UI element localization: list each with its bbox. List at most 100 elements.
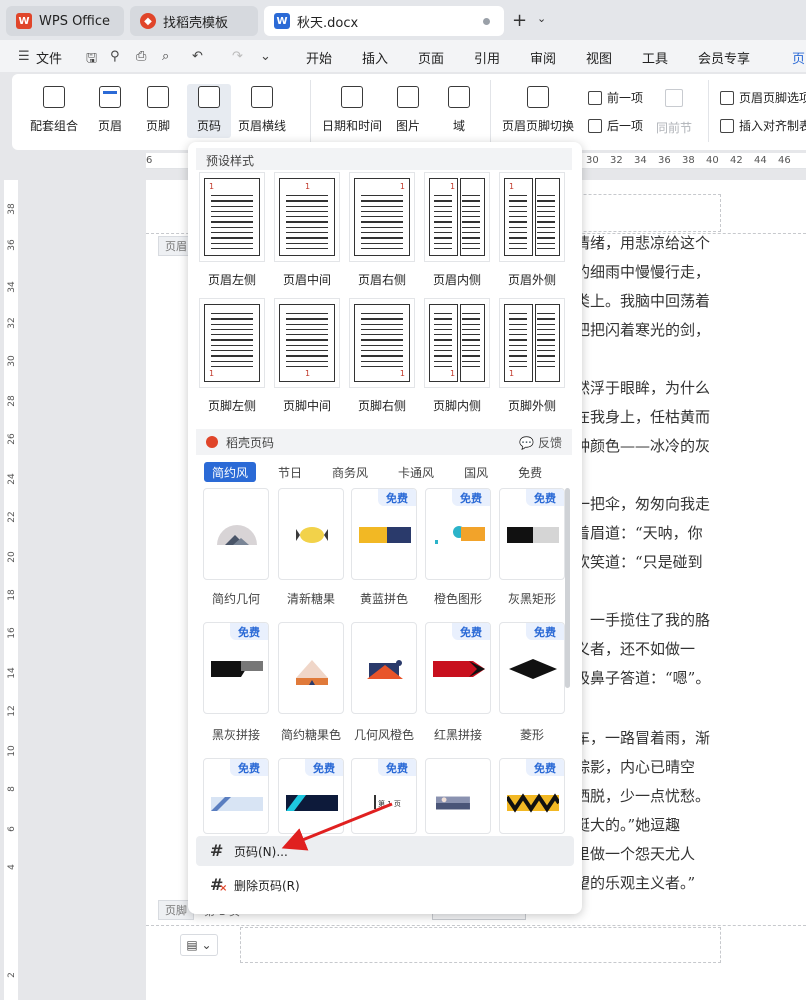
ruler-tick: 32 <box>610 155 623 166</box>
picture-button[interactable]: 图片 <box>396 86 420 134</box>
preset-footer-inside[interactable]: 1 页脚内侧 <box>424 298 490 416</box>
header-line-button[interactable]: 页眉横线 <box>238 86 286 134</box>
tab-wps-office[interactable]: W WPS Office <box>6 6 124 36</box>
feedback-button[interactable]: 💬 反馈 <box>519 434 562 451</box>
next-item-label: 后一项 <box>607 119 644 133</box>
page-number-button[interactable]: 页码 <box>187 84 231 138</box>
prev-item-button[interactable]: 前一项 <box>588 89 643 106</box>
print-preview-icon[interactable]: ⌕ <box>162 49 169 64</box>
ribbon-divider <box>310 80 311 142</box>
field-button[interactable]: 域 <box>448 86 470 134</box>
filter-tab-simple[interactable]: 简约风 <box>204 462 257 482</box>
vertical-ruler[interactable]: 38 36 34 32 30 28 26 24 22 20 18 16 14 1… <box>4 180 18 1000</box>
same-as-prev-button[interactable]: 同前节 <box>656 89 692 136</box>
menu-header-footer[interactable]: 页 <box>792 48 805 67</box>
template-card[interactable]: 免费 <box>203 758 269 834</box>
redo-icon[interactable]: ↷ <box>232 49 243 64</box>
filter-tab-business[interactable]: 商务风 <box>324 462 376 482</box>
preset-footer-outside[interactable]: 1 页脚外侧 <box>499 298 565 416</box>
preset-label: 页眉外侧 <box>507 273 556 287</box>
menu-member[interactable]: 会员专享 <box>698 48 750 67</box>
template-card[interactable]: 免费 <box>425 488 491 580</box>
filter-tab-free[interactable]: 免费 <box>510 462 550 482</box>
menu-tools[interactable]: 工具 <box>642 48 668 67</box>
tab-label: 找稻壳模板 <box>163 15 229 31</box>
template-card[interactable] <box>203 488 269 580</box>
menu-insert[interactable]: 插入 <box>362 48 388 67</box>
template-card[interactable]: 免费 <box>203 622 269 714</box>
delete-page-number-item[interactable]: × 删除页码(R) <box>196 870 574 900</box>
filter-tab-cartoon[interactable]: 卡通风 <box>390 462 442 482</box>
preset-header-right[interactable]: 1 页眉右侧 <box>349 172 415 290</box>
more-chevron-icon[interactable]: ⌄ <box>260 49 271 64</box>
template-card[interactable] <box>278 622 344 714</box>
menu-home[interactable]: 开始 <box>306 48 332 67</box>
preset-footer-right[interactable]: 1 页脚右侧 <box>349 298 415 416</box>
preset-label: 页脚左侧 <box>207 399 256 413</box>
template-card[interactable] <box>351 622 417 714</box>
new-tab-plus-icon[interactable]: + <box>512 10 527 31</box>
preset-header-center[interactable]: 1 页眉中间 <box>274 172 340 290</box>
template-label: 几何风橙色 <box>353 728 414 742</box>
template-card[interactable]: 免费 <box>499 622 565 714</box>
menu-view[interactable]: 视图 <box>586 48 612 67</box>
save-icon[interactable]: 🖫 <box>86 49 97 71</box>
preset-section-title: 预设样式 <box>196 148 572 170</box>
template-card[interactable] <box>425 758 491 834</box>
ruler-tick: 6 <box>146 155 153 166</box>
hf-options-button[interactable]: 页眉页脚选项 <box>720 89 806 106</box>
chevron-down-icon[interactable]: ⌄ <box>537 12 546 25</box>
preset-footer-left[interactable]: 1 页脚左侧 <box>199 298 265 416</box>
template-card[interactable]: 免费 <box>351 488 417 580</box>
preset-header-inside[interactable]: 1 页眉内侧 <box>424 172 490 290</box>
page-number-dropdown: 预设样式 1 页眉左侧 1 页眉中间 1 页眉右侧 1 页眉内侧 1 页眉外侧 … <box>188 142 582 914</box>
undo-icon[interactable]: ↶ <box>192 49 203 64</box>
hamburger-icon[interactable]: ☰ <box>18 49 30 64</box>
tab-bar: W WPS Office ◆ 找稻壳模板 W 秋天.docx + ⌄ <box>0 0 806 40</box>
menu-file[interactable]: 文件 <box>36 48 62 67</box>
print-icon[interactable]: ⎙ <box>136 49 146 64</box>
template-card[interactable]: 免费 <box>278 758 344 834</box>
datetime-button[interactable]: 日期和时间 <box>322 86 382 134</box>
preset-header-left[interactable]: 1 页眉左侧 <box>199 172 265 290</box>
header-button[interactable]: 页眉 <box>98 86 122 134</box>
format-painter-icon[interactable]: ⚲ <box>110 49 120 64</box>
footer-options-button[interactable]: ▤ ⌄ <box>180 934 218 956</box>
footer-button[interactable]: 页脚 <box>146 86 170 134</box>
page-number-settings-item[interactable]: 页码(N)... <box>196 836 574 866</box>
combo-icon <box>43 86 65 108</box>
footer-area[interactable] <box>240 927 721 963</box>
diamond-art-icon <box>509 659 557 679</box>
ruler-tick: 10 <box>7 745 17 757</box>
template-card[interactable]: 免费 第 1 页 <box>351 758 417 834</box>
wps-logo-icon: W <box>16 13 32 29</box>
insert-align-tab-button[interactable]: 插入对齐制表 <box>720 117 806 134</box>
preset-header-outside[interactable]: 1 页眉外侧 <box>499 172 565 290</box>
panel-scrollbar[interactable] <box>565 488 570 688</box>
template-card[interactable]: 免费 <box>499 488 565 580</box>
preset-footer-center[interactable]: 1 页脚中间 <box>274 298 340 416</box>
template-card[interactable]: 免费 <box>499 758 565 834</box>
menu-review[interactable]: 审阅 <box>530 48 556 67</box>
feedback-label: 反馈 <box>537 435 562 450</box>
gray-black-art-icon <box>507 527 559 543</box>
combo-button[interactable]: 配套组合 <box>30 86 78 134</box>
ribbon-divider <box>708 80 709 142</box>
free-badge: 免费 <box>526 759 564 776</box>
template-card[interactable]: 免费 <box>425 622 491 714</box>
tab-docer-templates[interactable]: ◆ 找稻壳模板 <box>130 6 258 36</box>
menu-page[interactable]: 页面 <box>418 48 444 67</box>
unsaved-dot-icon[interactable] <box>483 18 490 25</box>
filter-tab-festival[interactable]: 节日 <box>270 462 310 482</box>
menu-references[interactable]: 引用 <box>474 48 500 67</box>
tab-document[interactable]: W 秋天.docx <box>264 6 504 36</box>
ruler-tick: 8 <box>7 786 17 792</box>
next-item-button[interactable]: 后一项 <box>588 117 643 134</box>
hf-switch-button[interactable]: 页眉页脚切换 <box>502 86 574 134</box>
free-badge: 免费 <box>305 759 343 776</box>
preset-label: 页脚右侧 <box>357 399 406 413</box>
filter-tab-chinese[interactable]: 国风 <box>456 462 496 482</box>
preset-label: 页脚外侧 <box>507 399 556 413</box>
template-card[interactable] <box>278 488 344 580</box>
docer-section-title: 稻壳页码 💬 反馈 <box>196 429 572 455</box>
